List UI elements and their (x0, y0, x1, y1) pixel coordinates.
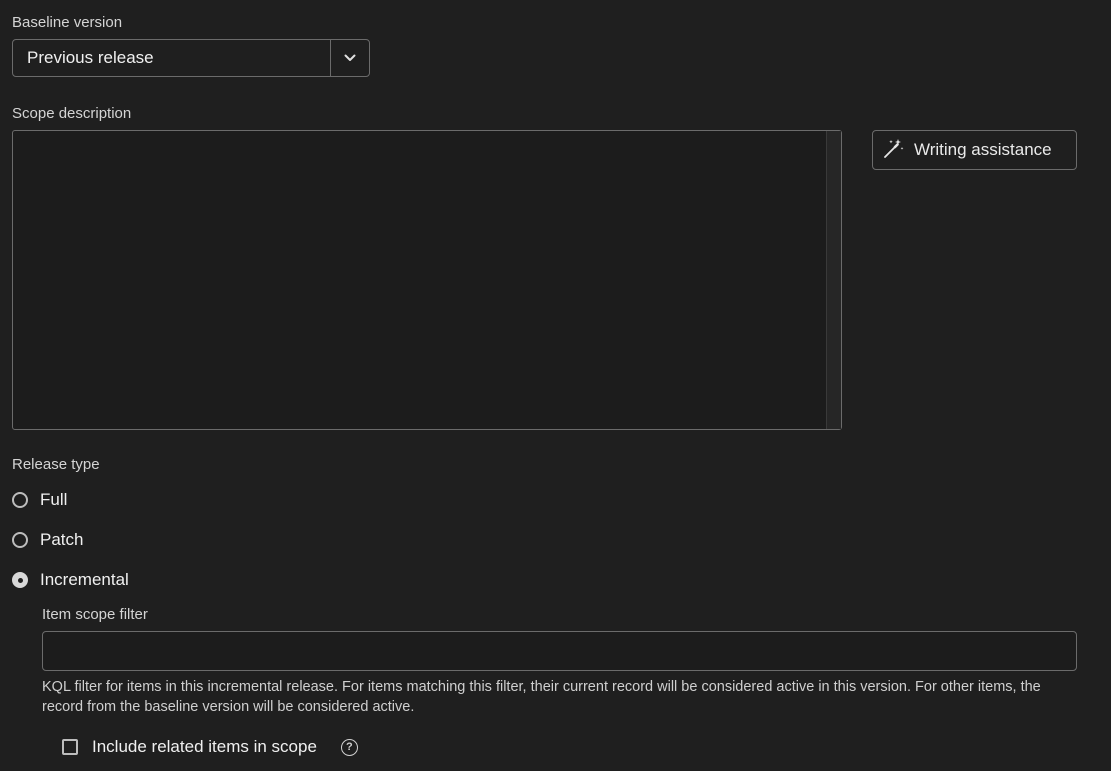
scope-description-field[interactable] (12, 130, 842, 430)
radio-option-patch[interactable]: Patch (12, 528, 83, 552)
radio-full-label: Full (40, 490, 68, 509)
writing-assistance-button[interactable]: Writing assistance (872, 130, 1077, 170)
radio-incremental-label: Incremental (40, 570, 129, 589)
radio-patch-label: Patch (40, 530, 84, 549)
scope-description-label: Scope description (12, 105, 132, 122)
radio-option-incremental[interactable]: Incremental (12, 568, 129, 592)
scope-description-textarea[interactable] (13, 131, 827, 429)
baseline-version-value: Previous release (27, 48, 154, 67)
question-circle-icon[interactable]: ? (340, 738, 358, 756)
release-form: Baseline version Previous release Scope … (0, 0, 1111, 771)
radio-incremental[interactable] (12, 572, 28, 588)
item-scope-filter-label: Item scope filter (42, 606, 148, 623)
radio-full[interactable] (12, 492, 28, 508)
item-scope-filter-help: KQL filter for items in this incremental… (42, 679, 1041, 715)
baseline-version-label: Baseline version (12, 14, 123, 31)
item-scope-filter-input[interactable] (42, 631, 1077, 671)
writing-assistance-label: Writing assistance (914, 140, 1052, 159)
textarea-scrollbar[interactable] (826, 131, 841, 429)
include-related-checkbox[interactable] (62, 739, 78, 755)
include-related-option[interactable]: Include related items in scope ? (62, 735, 358, 759)
release-type-label: Release type (12, 456, 100, 473)
chevron-down-icon[interactable] (330, 40, 369, 76)
radio-option-full[interactable]: Full (12, 488, 67, 512)
radio-patch[interactable] (12, 532, 28, 548)
baseline-version-select[interactable]: Previous release (12, 39, 370, 77)
include-related-label: Include related items in scope (92, 737, 317, 756)
magic-wand-icon (883, 137, 905, 164)
